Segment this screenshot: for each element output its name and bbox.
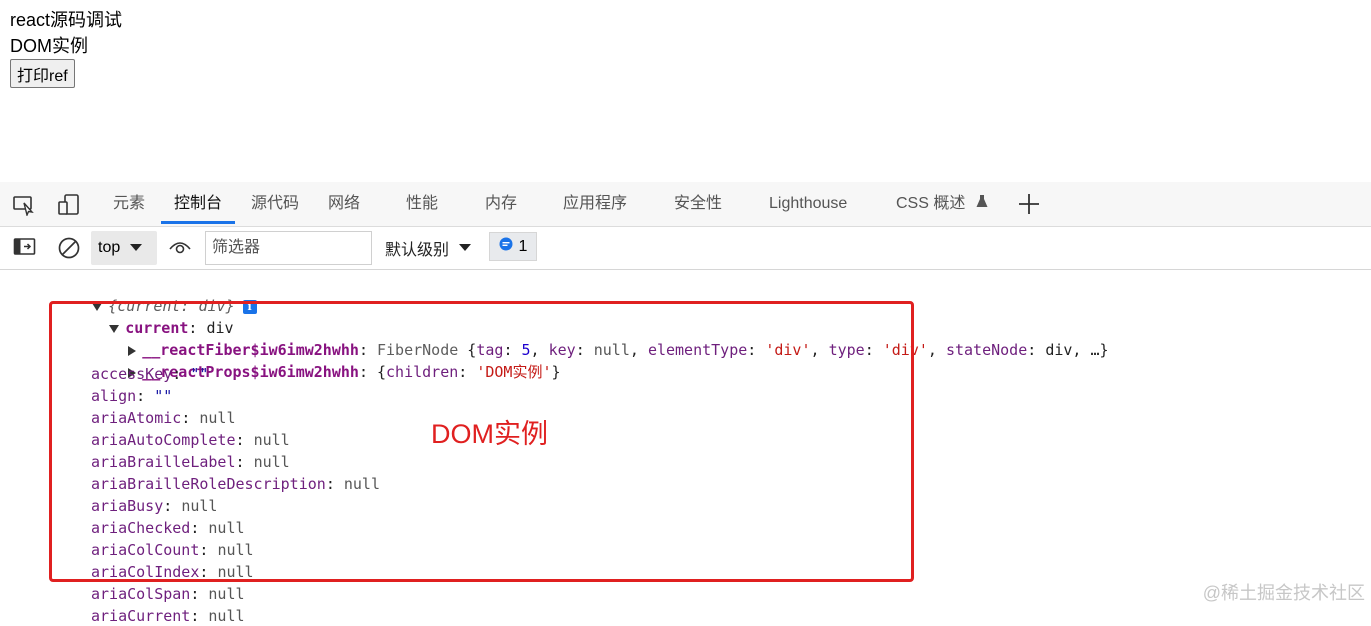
page-heading: react源码调试 bbox=[10, 10, 123, 30]
dom-instance-div: DOM实例 bbox=[10, 36, 88, 56]
tab-sources[interactable]: 源代码 bbox=[251, 182, 299, 226]
tab-css-overview-label: CSS 概述 bbox=[896, 195, 966, 213]
clear-console-icon[interactable] bbox=[57, 236, 81, 260]
device-toolbar-icon[interactable] bbox=[57, 193, 81, 217]
message-count-badge[interactable]: 1 bbox=[489, 232, 537, 261]
filter-input[interactable] bbox=[205, 231, 372, 265]
devtools-tabbar: 元素 控制台 源代码 网络 性能 内存 应用程序 安全性 Lighthouse … bbox=[0, 182, 1371, 227]
tab-css-overview[interactable]: CSS 概述 bbox=[896, 182, 988, 226]
property-key: ariaColSpan bbox=[91, 585, 191, 603]
tab-elements[interactable]: 元素 bbox=[113, 182, 145, 226]
property-row[interactable]: ariaCurrent: null bbox=[91, 606, 245, 626]
tab-performance[interactable]: 性能 bbox=[406, 182, 438, 226]
dropdown-caret-icon bbox=[130, 239, 143, 257]
message-count: 1 bbox=[518, 237, 528, 255]
message-bubble-icon bbox=[499, 237, 513, 256]
tab-memory[interactable]: 内存 bbox=[485, 182, 517, 226]
log-level-dropdown[interactable]: 默认级别 bbox=[385, 231, 472, 265]
annotation-label: DOM实例 bbox=[431, 419, 548, 449]
log-level-value: 默认级别 bbox=[385, 242, 450, 259]
dropdown-caret-icon bbox=[459, 239, 472, 257]
property-row[interactable]: ariaColSpan: null bbox=[91, 584, 245, 604]
flask-icon bbox=[976, 182, 988, 226]
page-content: react源码调试 DOM实例 打印ref bbox=[10, 7, 122, 88]
watermark: @稀土掘金技术社区 bbox=[1202, 583, 1365, 603]
tab-application[interactable]: 应用程序 bbox=[563, 182, 627, 226]
live-expression-eye-icon[interactable] bbox=[168, 237, 192, 257]
add-tab-plus-icon[interactable] bbox=[1018, 193, 1040, 215]
tab-network[interactable]: 网络 bbox=[328, 182, 360, 226]
context-selector-value: top bbox=[98, 239, 121, 256]
context-selector[interactable]: top bbox=[91, 231, 157, 265]
tab-lighthouse[interactable]: Lighthouse bbox=[769, 182, 847, 226]
property-key: ariaCurrent bbox=[91, 607, 191, 625]
object-root-row[interactable]: {current: div} i bbox=[38, 276, 257, 315]
console-toolbar: top 默认级别 1 bbox=[0, 227, 1371, 270]
print-ref-button[interactable]: 打印ref bbox=[10, 59, 75, 88]
property-value: null bbox=[208, 607, 245, 625]
inspect-element-icon[interactable] bbox=[12, 194, 36, 216]
tab-security[interactable]: 安全性 bbox=[674, 182, 722, 226]
property-value: null bbox=[208, 585, 245, 603]
sidebar-toggle-icon[interactable] bbox=[13, 237, 37, 257]
tab-console[interactable]: 控制台 bbox=[160, 182, 236, 226]
